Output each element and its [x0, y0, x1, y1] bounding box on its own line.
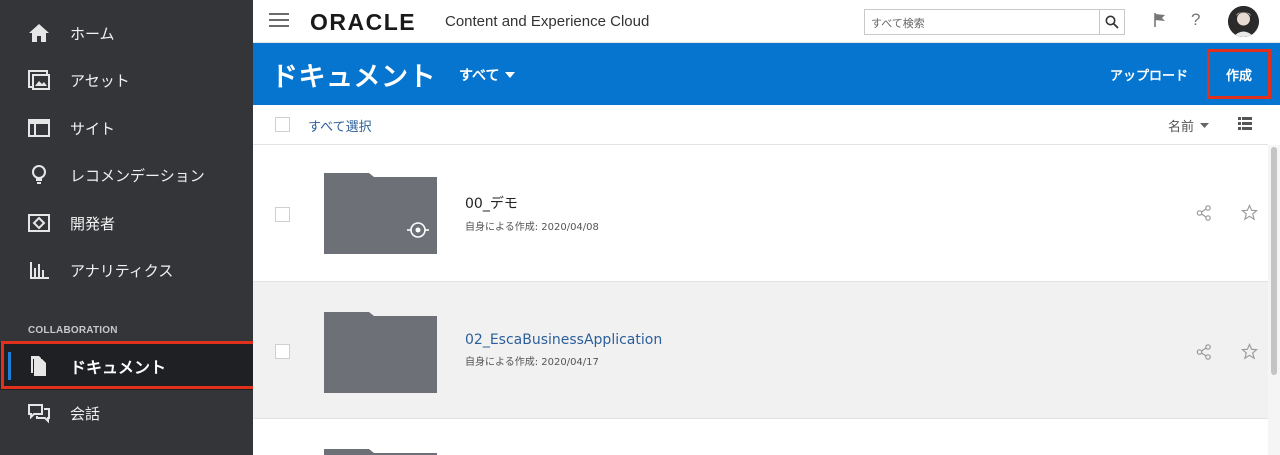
app-name: Content and Experience Cloud	[445, 13, 650, 30]
list-view-icon[interactable]	[1238, 117, 1252, 131]
sites-icon	[28, 119, 50, 137]
search-button[interactable]	[1099, 10, 1124, 34]
filter-dropdown[interactable]: すべて	[459, 65, 516, 85]
star-icon[interactable]	[1241, 343, 1258, 360]
sidebar-item-analytics[interactable]: アナリティクス	[0, 246, 253, 294]
developer-icon	[28, 214, 50, 232]
folder-icon	[324, 312, 437, 393]
section-label-collaboration: COLLABORATION	[28, 325, 118, 336]
select-all-checkbox[interactable]	[275, 117, 290, 132]
user-photo-icon	[1228, 6, 1259, 37]
folder-name[interactable]: 00_デモ	[465, 193, 518, 213]
sidebar-item-label: ホーム	[70, 24, 115, 43]
scrollbar-thumb[interactable]	[1271, 147, 1277, 375]
scrollbar[interactable]	[1268, 145, 1280, 455]
upload-button[interactable]: アップロード	[1110, 65, 1188, 84]
hamburger-menu-icon[interactable]	[269, 13, 289, 29]
chevron-down-icon	[1200, 123, 1210, 128]
highlight-box-create	[1207, 49, 1271, 99]
search-placeholder: すべて検索	[871, 17, 925, 30]
table-row[interactable]	[253, 419, 1268, 455]
list-toolbar: すべて選択 名前	[253, 105, 1268, 145]
star-icon[interactable]	[1241, 204, 1258, 221]
sidebar-item-label: サイト	[70, 119, 116, 138]
sidebar-item-label: アナリティクス	[70, 261, 174, 280]
share-icon[interactable]	[1196, 344, 1212, 360]
search-icon	[1105, 15, 1119, 29]
sidebar-item-conversations[interactable]: 会話	[0, 389, 253, 437]
table-row[interactable]: 02_EscaBusinessApplication 自身による作成: 2020…	[253, 282, 1268, 419]
lightbulb-icon	[32, 165, 46, 184]
folder-icon	[324, 173, 437, 254]
sidebar-item-label: 開発者	[70, 214, 116, 233]
folder-meta: 自身による作成: 2020/04/08	[465, 222, 599, 233]
assets-icon	[28, 70, 50, 90]
sidebar-item-home[interactable]: ホーム	[0, 9, 253, 57]
sidebar-item-label: レコメンデーション	[70, 166, 205, 185]
sidebar-item-label: アセット	[70, 71, 130, 90]
highlight-box-documents	[1, 341, 256, 389]
conversation-icon	[28, 404, 50, 424]
analytics-icon	[30, 262, 49, 279]
sidebar-item-assets[interactable]: アセット	[0, 56, 253, 104]
row-checkbox[interactable]	[275, 207, 290, 222]
chevron-down-icon	[505, 72, 516, 78]
row-checkbox[interactable]	[275, 344, 290, 359]
folder-icon	[324, 449, 437, 455]
sort-dropdown[interactable]: 名前	[1168, 116, 1210, 135]
help-icon[interactable]: ?	[1191, 10, 1200, 30]
sidebar-item-sites[interactable]: サイト	[0, 104, 253, 152]
folder-meta: 自身による作成: 2020/04/17	[465, 357, 599, 368]
select-all-link[interactable]: すべて選択	[308, 116, 372, 135]
table-row[interactable]: 00_デモ 自身による作成: 2020/04/08	[253, 145, 1268, 282]
page-header: ドキュメント すべて アップロード 作成	[253, 43, 1280, 105]
top-bar: ORACLE Content and Experience Cloud すべて検…	[253, 0, 1280, 43]
home-icon	[29, 24, 49, 42]
folder-name[interactable]: 02_EscaBusinessApplication	[465, 332, 662, 348]
sidebar-item-recommendations[interactable]: レコメンデーション	[0, 151, 253, 199]
sidebar-item-developer[interactable]: 開発者	[0, 199, 253, 247]
flag-icon[interactable]	[1153, 12, 1167, 28]
sidebar-item-label: 会話	[70, 404, 101, 423]
share-icon[interactable]	[1196, 205, 1212, 221]
page-title: ドキュメント	[271, 62, 436, 93]
sort-label: 名前	[1168, 120, 1195, 135]
filter-label: すべて	[459, 68, 500, 84]
avatar[interactable]	[1228, 6, 1259, 37]
oracle-logo: ORACLE	[310, 9, 417, 35]
search-input[interactable]: すべて検索	[864, 9, 1125, 35]
